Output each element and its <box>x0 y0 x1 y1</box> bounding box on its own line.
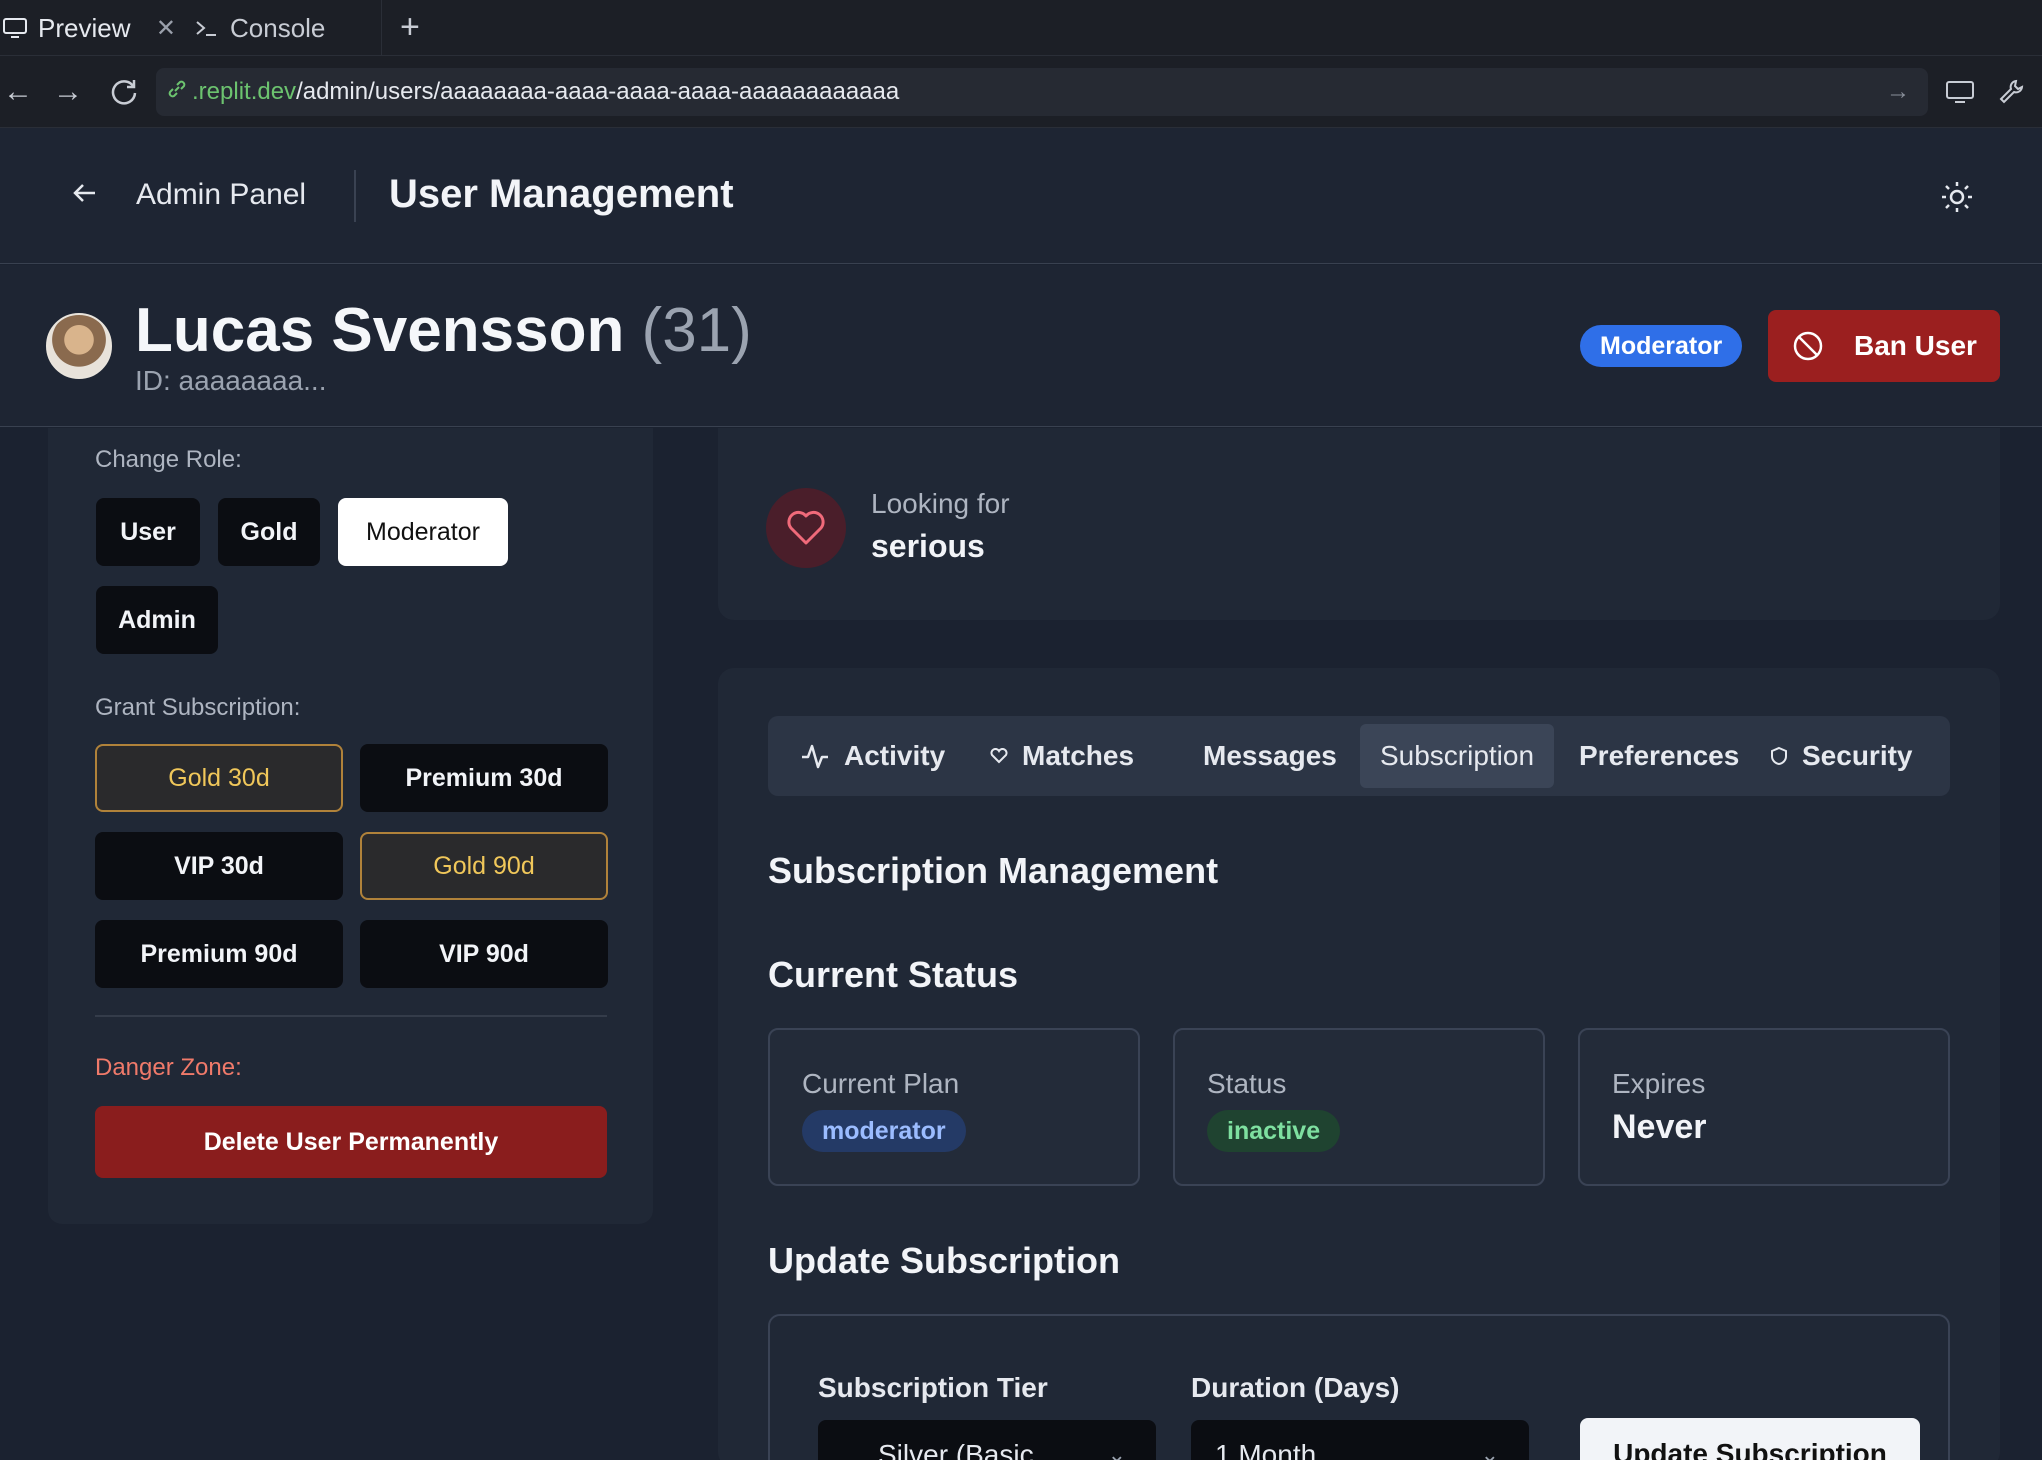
role-user-button[interactable]: User <box>96 498 200 566</box>
current-plan-badge: moderator <box>802 1110 966 1152</box>
back-arrow-icon[interactable] <box>70 178 100 217</box>
user-name: Lucas Svensson (31) <box>135 295 752 366</box>
heart-icon <box>990 748 1008 764</box>
grant-gold-30d-button[interactable]: Gold 30d <box>95 744 343 812</box>
url-host: .replit.dev <box>192 78 297 105</box>
tab-matches-label: Matches <box>1022 740 1135 771</box>
grant-vip-30d-button[interactable]: VIP 30d <box>95 832 343 900</box>
panel-divider <box>95 1015 607 1017</box>
danger-zone-label: Danger Zone: <box>95 1054 242 1081</box>
header-divider <box>354 170 356 222</box>
browser-tab-bar: Preview ✕ Console + <box>0 0 2042 56</box>
back-arrow-icon[interactable]: ← <box>0 74 36 110</box>
chevron-down-icon: ⌄ <box>1107 1442 1126 1460</box>
current-plan-card: Current Plan moderator <box>768 1028 1140 1186</box>
heart-icon <box>766 488 846 568</box>
terminal-icon <box>192 16 222 40</box>
close-icon[interactable]: ✕ <box>156 14 176 43</box>
ban-user-label: Ban User <box>1854 330 1977 361</box>
tab-security[interactable]: Security <box>1770 724 1913 788</box>
tab-preview-label: Preview <box>38 12 131 43</box>
duration-label: Duration (Days) <box>1191 1372 1400 1403</box>
url-path: /admin/users/aaaaaaaa-aaaa-aaaa-aaaa-aaa… <box>296 78 900 105</box>
tab-preferences-label: Preferences <box>1579 740 1740 771</box>
tab-messages[interactable]: Messages <box>1203 724 1337 788</box>
tab-matches[interactable]: Matches <box>990 724 1134 788</box>
role-moderator-button[interactable]: Moderator <box>338 498 508 566</box>
reload-icon[interactable] <box>106 74 142 110</box>
user-full-name: Lucas Svensson <box>135 296 625 365</box>
status-label: Status <box>1207 1068 1287 1099</box>
monitor-icon <box>0 16 30 40</box>
new-tab-button[interactable]: + <box>400 8 420 47</box>
browser-url-bar: ← → .replit.dev/admin/users/aaaaaaaa-aaa… <box>0 56 2042 128</box>
go-arrow-icon[interactable]: → <box>1886 78 1910 106</box>
tab-subscription[interactable]: Subscription <box>1360 724 1554 788</box>
admin-actions-panel: Change Role: User Gold Moderator Admin G… <box>48 428 653 1224</box>
status-card: Status inactive <box>1173 1028 1545 1186</box>
avatar <box>46 313 112 379</box>
update-subscription-form: Subscription Tier Silver (Basic ⌄ Durati… <box>768 1314 1950 1460</box>
looking-for-label: Looking for <box>871 488 1010 519</box>
duration-select[interactable]: 1 Month ⌄ <box>1191 1420 1529 1460</box>
link-icon <box>166 78 188 107</box>
page-title: User Management <box>389 172 734 216</box>
duration-select-value: 1 Month <box>1215 1439 1317 1460</box>
grant-premium-90d-button[interactable]: Premium 90d <box>95 920 343 988</box>
expires-card: Expires Never <box>1578 1028 1950 1186</box>
theme-toggle-sun-icon[interactable] <box>1940 180 1974 214</box>
subscription-management-title: Subscription Management <box>768 850 1219 891</box>
update-subscription-button[interactable]: Update Subscription <box>1580 1418 1920 1460</box>
wrench-icon[interactable] <box>1994 74 2030 110</box>
expires-label: Expires <box>1612 1068 1706 1099</box>
tab-security-label: Security <box>1802 740 1913 771</box>
grant-subscription-label: Grant Subscription: <box>95 694 301 721</box>
ban-user-button[interactable]: Ban User <box>1768 310 2000 382</box>
tab-subscription-label: Subscription <box>1379 740 1535 771</box>
delete-user-button[interactable]: Delete User Permanently <box>95 1106 607 1178</box>
role-gold-button[interactable]: Gold <box>218 498 320 566</box>
change-role-label: Change Role: <box>95 446 242 473</box>
address-input[interactable]: .replit.dev/admin/users/aaaaaaaa-aaaa-aa… <box>156 68 1928 116</box>
user-id: ID: aaaaaaaa... <box>135 365 327 396</box>
tab-console-label: Console <box>230 12 326 43</box>
activity-icon <box>800 741 830 771</box>
profile-details-card: Looking for serious <box>718 428 2000 620</box>
status-badge: inactive <box>1207 1110 1341 1152</box>
shield-icon <box>1770 746 1788 766</box>
user-age: (31) <box>641 296 752 365</box>
devices-icon[interactable] <box>1942 74 1978 110</box>
tab-activity-label: Activity <box>844 740 946 771</box>
app-header: Admin Panel User Management <box>0 128 2042 264</box>
tab-messages-label: Messages <box>1203 740 1337 771</box>
tab-activity[interactable]: Activity <box>800 724 945 788</box>
user-banner: Lucas Svensson (31) ID: aaaaaaaa... Mode… <box>0 265 2042 427</box>
tier-select[interactable]: Silver (Basic ⌄ <box>818 1420 1156 1460</box>
ban-icon <box>1792 330 1824 362</box>
looking-for-value: serious <box>871 528 985 564</box>
role-badge: Moderator <box>1580 325 1743 367</box>
tab-console[interactable]: Console <box>192 0 382 56</box>
tier-select-value: Silver (Basic <box>878 1439 1034 1460</box>
current-status-title: Current Status <box>768 954 1019 995</box>
expires-value: Never <box>1612 1108 1707 1146</box>
admin-panel-link[interactable]: Admin Panel <box>136 178 306 212</box>
grant-vip-90d-button[interactable]: VIP 90d <box>360 920 608 988</box>
tab-list: Activity Matches Messages Subscription P… <box>768 716 1950 796</box>
grant-gold-90d-button[interactable]: Gold 90d <box>360 832 608 900</box>
role-admin-button[interactable]: Admin <box>96 586 218 654</box>
tier-label: Subscription Tier <box>818 1372 1048 1403</box>
tab-preferences[interactable]: Preferences <box>1579 724 1739 788</box>
grant-premium-30d-button[interactable]: Premium 30d <box>360 744 608 812</box>
forward-arrow-icon[interactable]: → <box>50 74 86 110</box>
current-plan-label: Current Plan <box>802 1068 960 1099</box>
chevron-down-icon: ⌄ <box>1480 1442 1499 1460</box>
tab-preview[interactable]: Preview ✕ <box>0 0 188 56</box>
update-subscription-title: Update Subscription <box>768 1240 1121 1281</box>
user-detail-tabs-card: Activity Matches Messages Subscription P… <box>718 668 2000 1460</box>
